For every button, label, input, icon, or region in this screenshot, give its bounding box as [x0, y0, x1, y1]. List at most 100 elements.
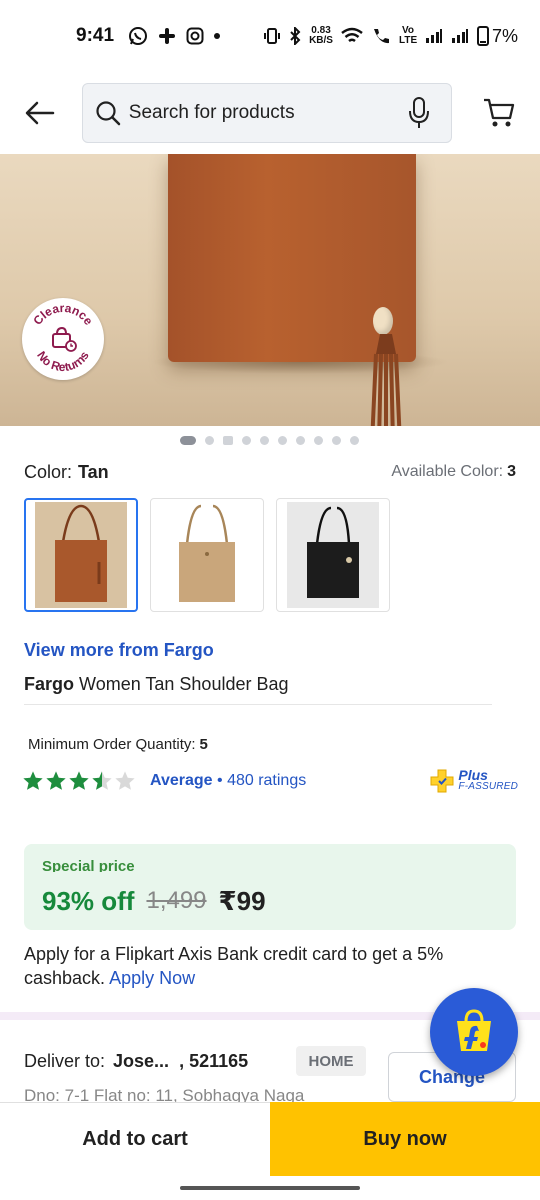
plus-assured-icon: [430, 769, 454, 793]
price-box: 93% off 1,499 ₹99: [24, 872, 516, 930]
badge-line-2: No Returns: [34, 349, 92, 375]
star-icon: [23, 771, 43, 790]
available-colors-label: Available Color:: [391, 463, 504, 480]
vibrate-icon: [264, 28, 281, 44]
image-carousel-dots: [180, 434, 359, 446]
minimum-order-quantity: Minimum Order Quantity: 5: [28, 736, 208, 753]
original-price: 1,499: [146, 887, 207, 914]
deliver-pincode: , 521165: [179, 1050, 249, 1071]
star-icon: [92, 771, 112, 790]
beige-bag-thumbnail: [161, 502, 253, 608]
search-bar[interactable]: Search for products: [81, 83, 453, 143]
buy-now-button[interactable]: Buy now: [270, 1102, 540, 1176]
call-icon: [373, 29, 389, 44]
volte-label: Vo LTE: [398, 25, 418, 46]
product-name: Women Tan Shoulder Bag: [79, 674, 289, 694]
notification-icons: [128, 26, 221, 46]
plus-assured-badge: Plus F-ASSURED: [430, 767, 518, 793]
view-more-link[interactable]: View more from Fargo: [24, 640, 214, 661]
carousel-dot[interactable]: [314, 435, 323, 445]
carousel-dot[interactable]: [296, 435, 305, 445]
battery: 7%: [476, 25, 518, 47]
color-label: Color:: [24, 461, 73, 482]
plus-subtitle: F-ASSURED: [458, 781, 518, 792]
star-icon: [115, 771, 135, 790]
back-button[interactable]: [16, 89, 64, 137]
status-bar: 9:41 0.83 KB/S Vo LTE 7%: [0, 0, 540, 72]
battery-percent: 7%: [491, 25, 518, 46]
rating-stars: [22, 770, 136, 792]
system-icons: 0.83 KB/S Vo LTE 7%: [263, 26, 518, 47]
whatsapp-icon: [129, 27, 148, 45]
divider: [24, 704, 492, 705]
svg-text:Clearance: Clearance: [30, 301, 96, 328]
back-arrow-icon: [25, 101, 55, 125]
tan-bag-thumbnail: [35, 502, 127, 608]
status-time: 9:41: [76, 25, 115, 46]
flipkart-floating-button[interactable]: [430, 988, 518, 1076]
color-swatches: [24, 498, 390, 612]
rating-label: Average: [150, 772, 213, 789]
moq-value: 5: [199, 736, 208, 753]
rating-separator: •: [212, 772, 228, 789]
more-notifications-dot: [214, 33, 221, 39]
deliver-label: Deliver to:: [24, 1050, 106, 1071]
carousel-dot[interactable]: [278, 435, 287, 445]
tassel-bead: [373, 307, 393, 335]
deliver-name: Jose...: [113, 1050, 170, 1071]
color-swatch-tan[interactable]: [24, 498, 138, 612]
instagram-icon: [186, 27, 204, 45]
voice-search-button[interactable]: [399, 93, 439, 133]
cart-button[interactable]: [474, 88, 524, 138]
top-header: Search for products: [0, 72, 540, 154]
rating-row[interactable]: Average • 480 ratings Plus F-ASSURED: [22, 766, 518, 796]
microphone-icon: [409, 97, 430, 128]
search-icon: [96, 101, 121, 126]
ratings-count: 480 ratings: [227, 772, 307, 789]
tassel-image: [370, 334, 402, 426]
signal-icon: [425, 29, 442, 43]
clearance-badge: Clearance No Returns: [22, 298, 104, 380]
moq-label: Minimum Order Quantity:: [28, 736, 196, 753]
bank-offer: Apply for a Flipkart Axis Bank credit ca…: [24, 942, 516, 990]
net-speed: 0.83 KB/S: [309, 26, 333, 46]
carousel-video-dot[interactable]: [223, 435, 233, 445]
address-type-tag: HOME: [296, 1046, 366, 1076]
cart-icon: [484, 98, 515, 127]
battery-icon: [476, 26, 489, 46]
carousel-dot[interactable]: [332, 435, 341, 445]
black-bag-thumbnail: [287, 502, 379, 608]
carousel-dot[interactable]: [205, 435, 214, 445]
carousel-dot[interactable]: [260, 435, 269, 445]
plus-title: Plus: [458, 767, 488, 783]
product-title: Fargo Women Tan Shoulder Bag: [24, 674, 289, 695]
color-row: Color: Tan Available Color: 3: [24, 458, 516, 486]
product-image[interactable]: Clearance No Returns: [0, 154, 540, 426]
carousel-dot[interactable]: [242, 435, 251, 445]
bottom-action-bar: Add to cart Buy now: [0, 1102, 540, 1176]
slack-icon: [159, 28, 176, 44]
final-price: ₹99: [218, 885, 266, 916]
gesture-nav-handle[interactable]: [180, 1186, 360, 1190]
add-to-cart-button[interactable]: Add to cart: [0, 1102, 270, 1176]
star-icon: [69, 771, 89, 790]
color-swatch-beige[interactable]: [150, 498, 264, 612]
badge-line-1: Clearance: [30, 301, 96, 328]
offer-text: Apply for a Flipkart Axis Bank credit ca…: [24, 944, 444, 988]
net-speed-unit: KB/S: [309, 35, 333, 46]
product-brand: Fargo: [24, 674, 75, 694]
selected-color: Tan: [78, 461, 109, 482]
available-colors: Available Color: 3: [391, 463, 516, 481]
discount-percent: 93% off: [42, 885, 135, 916]
available-colors-count: 3: [507, 463, 516, 480]
svg-text:No Returns: No Returns: [34, 349, 92, 375]
rating-summary[interactable]: Average • 480 ratings: [150, 772, 306, 790]
carousel-dot[interactable]: [180, 435, 196, 445]
flipkart-logo-icon: [457, 1009, 491, 1051]
clock-bag-icon: [52, 326, 77, 352]
wifi-icon: [341, 27, 363, 43]
search-input[interactable]: Search for products: [129, 102, 399, 124]
apply-now-link[interactable]: Apply Now: [109, 968, 195, 988]
color-swatch-black[interactable]: [276, 498, 390, 612]
carousel-dot[interactable]: [350, 435, 359, 445]
